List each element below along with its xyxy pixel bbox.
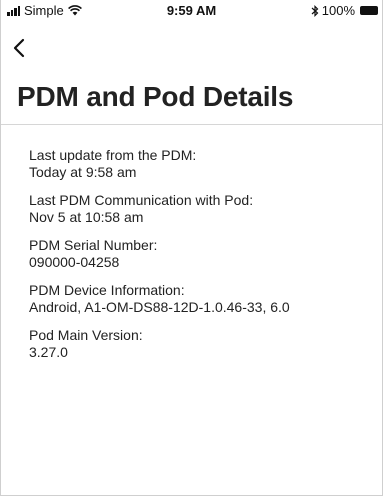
detail-label: Last PDM Communication with Pod: [29, 192, 254, 208]
battery-percentage: 100% [321, 3, 355, 18]
detail-last-communication: Last PDM Communication with Pod: Nov 5 a… [29, 192, 369, 225]
detail-value: Today at 9:58 am [29, 163, 137, 180]
detail-label: Last update from the PDM: [29, 147, 197, 163]
detail-last-update: Last update from the PDM: Today at 9:58 … [29, 147, 369, 180]
detail-value: Android, A1-OM-DS88-12D-1.0.46-33, 6.0 [29, 298, 290, 315]
detail-value: 3.27.0 [29, 343, 68, 360]
page-title: PDM and Pod Details [17, 81, 294, 112]
chevron-left-icon [13, 38, 25, 58]
detail-value: Nov 5 at 10:58 am [29, 208, 144, 225]
detail-value: 090000-04258 [29, 253, 120, 270]
detail-label: Pod Main Version: [29, 327, 143, 343]
detail-serial-number: PDM Serial Number: 090000-04258 [29, 237, 369, 270]
details-list: Last update from the PDM: Today at 9:58 … [29, 147, 369, 372]
back-button[interactable] [9, 36, 33, 60]
detail-label: PDM Device Information: [29, 282, 185, 298]
bluetooth-icon [311, 4, 319, 17]
detail-device-information: PDM Device Information: Android, A1-OM-D… [29, 282, 369, 315]
status-bar: Simple 9:59 AM 100% [1, 0, 382, 20]
detail-label: PDM Serial Number: [29, 237, 158, 253]
header-divider [1, 124, 382, 125]
detail-pod-version: Pod Main Version: 3.27.0 [29, 327, 369, 360]
status-right: 100% [311, 3, 378, 18]
battery-icon [360, 6, 378, 15]
